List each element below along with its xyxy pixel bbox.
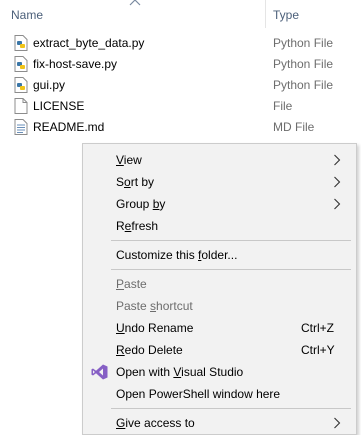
menu-item-label: Redo Delete <box>116 343 183 357</box>
menu-separator <box>111 240 351 241</box>
menu-item-redo-delete[interactable]: Redo Delete Ctrl+Y <box>83 339 356 361</box>
menu-item-open-powershell[interactable]: Open PowerShell window here <box>83 383 356 405</box>
menu-item-label: Give access to <box>116 416 195 430</box>
md-file-icon <box>14 119 28 135</box>
file-name: README.md <box>33 120 105 134</box>
menu-separator <box>111 269 351 270</box>
file-type: File <box>273 99 293 113</box>
menu-item-sort-by[interactable]: Sort by <box>83 171 356 193</box>
file-name: LICENSE <box>33 99 85 113</box>
sort-ascending-icon <box>129 0 141 6</box>
file-row-gui[interactable]: gui.py Python File <box>0 75 361 96</box>
menu-item-label: Group by <box>116 197 166 211</box>
shortcut-key: Ctrl+Z <box>301 321 334 335</box>
file-name: extract_byte_data.py <box>33 36 145 50</box>
python-file-icon <box>14 35 28 51</box>
visual-studio-icon <box>91 364 108 380</box>
chevron-right-icon <box>334 176 341 188</box>
blank-file-icon <box>14 98 28 114</box>
file-name: fix-host-save.py <box>33 57 118 71</box>
context-menu: View Sort by Group by Refresh Customize … <box>82 143 357 435</box>
column-header-row: Name Type <box>0 0 361 30</box>
menu-item-group-by[interactable]: Group by <box>83 193 356 215</box>
file-row-license[interactable]: LICENSE File <box>0 96 361 117</box>
menu-item-label: View <box>116 153 142 167</box>
menu-item-label: Paste shortcut <box>116 299 193 313</box>
python-file-icon <box>14 56 28 72</box>
file-type: MD File <box>273 120 315 134</box>
chevron-right-icon <box>334 154 341 166</box>
python-file-icon <box>14 77 28 93</box>
chevron-right-icon <box>334 417 341 429</box>
menu-item-label: Customize this folder... <box>116 248 238 262</box>
menu-item-undo-rename[interactable]: Undo Rename Ctrl+Z <box>83 317 356 339</box>
menu-item-label: Open with Visual Studio <box>116 365 244 379</box>
menu-item-label: Undo Rename <box>116 321 194 335</box>
menu-item-label: Refresh <box>116 219 159 233</box>
explorer-window: Name Type extract_byte_data.py Python Fi… <box>0 0 361 435</box>
file-type: Python File <box>273 78 334 92</box>
file-list: extract_byte_data.py Python File fix-hos… <box>0 33 361 138</box>
menu-item-label: Sort by <box>116 175 155 189</box>
menu-item-label: Open PowerShell window here <box>116 387 281 401</box>
menu-separator <box>111 408 351 409</box>
file-row-extract-byte-data[interactable]: extract_byte_data.py Python File <box>0 33 361 54</box>
menu-item-label: Paste <box>116 277 147 291</box>
shortcut-key: Ctrl+Y <box>301 343 335 357</box>
column-divider[interactable] <box>265 0 266 28</box>
menu-item-paste-shortcut[interactable]: Paste shortcut <box>83 295 356 317</box>
chevron-right-icon <box>334 198 341 210</box>
menu-item-refresh[interactable]: Refresh <box>83 215 356 237</box>
file-row-readme[interactable]: README.md MD File <box>0 117 361 138</box>
menu-item-open-with-visual-studio[interactable]: Open with Visual Studio <box>83 361 356 383</box>
column-type-header[interactable]: Type <box>273 8 299 22</box>
file-type: Python File <box>273 57 334 71</box>
menu-item-customize-folder[interactable]: Customize this folder... <box>83 244 356 266</box>
column-name-header[interactable]: Name <box>11 8 43 22</box>
file-row-fix-host-save[interactable]: fix-host-save.py Python File <box>0 54 361 75</box>
file-name: gui.py <box>33 78 66 92</box>
menu-item-give-access-to[interactable]: Give access to <box>83 412 356 434</box>
file-type: Python File <box>273 36 334 50</box>
menu-item-paste[interactable]: Paste <box>83 273 356 295</box>
menu-item-view[interactable]: View <box>83 149 356 171</box>
